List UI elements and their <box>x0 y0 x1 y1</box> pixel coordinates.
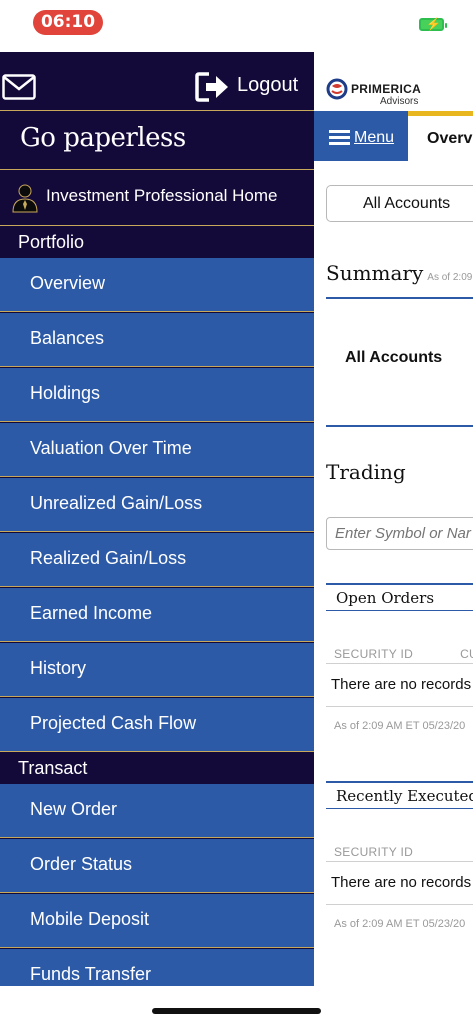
navigation-drawer: Logout Go paperless Investment Professio… <box>0 52 314 986</box>
nav-item-label: Overview <box>30 273 106 293</box>
nav-item-label: Realized Gain/Loss <box>30 548 187 568</box>
mail-icon[interactable] <box>2 74 36 100</box>
open-orders-asof: As of 2:09 AM ET 05/23/20 <box>334 720 466 732</box>
nav-item-unrealized-gain-loss[interactable]: Unrealized Gain/Loss <box>0 478 314 532</box>
nav-item-overview[interactable]: Overview <box>0 258 314 312</box>
investment-professional-home-item[interactable]: Investment Professional Home <box>0 170 314 226</box>
recently-executed-header: Recently Executed <box>326 781 473 809</box>
home-indicator[interactable] <box>152 1008 321 1014</box>
nav-item-label: Earned Income <box>30 603 153 623</box>
nav-item-balances[interactable]: Balances <box>0 313 314 367</box>
go-paperless-label: Go paperless <box>20 123 186 153</box>
nav-item-earned-income[interactable]: Earned Income <box>0 588 314 642</box>
logout-link[interactable]: Logout <box>237 74 298 97</box>
recently-executed-asof: As of 2:09 AM ET 05/23/20 <box>334 918 466 930</box>
divider <box>326 861 473 862</box>
section-title: Portfolio <box>18 232 85 252</box>
status-time: 06:10 <box>33 10 103 35</box>
main-content: PRIMERICA Advisors Menu Overv All Accoun… <box>314 52 473 986</box>
status-bar: 06:10 ⚡ <box>0 0 473 52</box>
symbol-search-input[interactable] <box>326 517 473 550</box>
nav-item-realized-gain-loss[interactable]: Realized Gain/Loss <box>0 533 314 587</box>
recently-executed-columns: SECURITY ID <box>334 845 413 859</box>
home-label: Investment Professional Home <box>46 186 278 205</box>
account-selector-button[interactable]: All Accounts <box>326 185 473 222</box>
nav-item-new-order[interactable]: New Order <box>0 784 314 838</box>
column-header-cu: CU <box>460 647 473 661</box>
summary-heading: Summary As of 2:09 <box>326 261 472 285</box>
summary-title: Summary <box>326 261 424 285</box>
nav-item-label: Funds Transfer <box>30 964 152 984</box>
nav-item-label: Holdings <box>30 383 101 403</box>
nav-item-mobile-deposit[interactable]: Mobile Deposit <box>0 894 314 948</box>
accent-bar <box>408 111 473 116</box>
nav-item-label: Balances <box>30 328 105 348</box>
nav-item-label: Unrealized Gain/Loss <box>30 493 203 513</box>
divider <box>326 297 473 299</box>
column-header-security-id: SECURITY ID <box>334 647 414 661</box>
menu-button[interactable]: Menu <box>314 111 408 161</box>
nav-item-label: Mobile Deposit <box>30 909 150 929</box>
hamburger-icon <box>329 130 350 146</box>
nav-item-valuation-over-time[interactable]: Valuation Over Time <box>0 423 314 477</box>
open-orders-header: Open Orders <box>326 583 473 611</box>
brand-header: PRIMERICA Advisors <box>314 52 473 112</box>
nav-item-funds-transfer[interactable]: Funds Transfer <box>0 949 314 986</box>
divider <box>326 663 473 664</box>
summary-account-name: All Accounts <box>345 349 443 366</box>
drawer-header: Logout <box>0 52 314 111</box>
nav-item-label: New Order <box>30 799 118 819</box>
nav-item-projected-cash-flow[interactable]: Projected Cash Flow <box>0 698 314 752</box>
advisor-person-icon <box>12 184 38 213</box>
nav-item-history[interactable]: History <box>0 643 314 697</box>
go-paperless-banner[interactable]: Go paperless <box>0 111 314 170</box>
brand-subtitle: Advisors <box>380 96 419 107</box>
nav-item-holdings[interactable]: Holdings <box>0 368 314 422</box>
nav-item-label: Valuation Over Time <box>30 438 192 458</box>
divider <box>326 425 473 427</box>
section-portfolio: Portfolio <box>0 226 314 258</box>
divider <box>326 706 473 707</box>
nav-item-label: Order Status <box>30 854 133 874</box>
recently-executed-title: Recently Executed <box>336 787 473 805</box>
logout-icon[interactable] <box>195 72 231 102</box>
recently-executed-empty-text: There are no records <box>331 874 472 891</box>
nav-item-label: History <box>30 658 87 678</box>
account-selector-label: All Accounts <box>363 195 451 212</box>
section-transact: Transact <box>0 752 314 784</box>
nav-item-order-status[interactable]: Order Status <box>0 839 314 893</box>
summary-asof: As of 2:09 <box>427 272 473 283</box>
open-orders-columns: SECURITY ID CU <box>334 647 473 661</box>
brand-name: PRIMERICA <box>351 82 422 96</box>
primerica-logo-icon <box>326 78 348 100</box>
divider <box>326 904 473 905</box>
trading-heading: Trading <box>326 460 406 484</box>
menu-label: Menu <box>354 129 395 146</box>
battery-charging-icon: ⚡ <box>419 17 447 31</box>
open-orders-empty-text: There are no records <box>331 676 472 693</box>
tab-overview[interactable]: Overv <box>427 130 472 148</box>
open-orders-title: Open Orders <box>336 589 435 607</box>
column-header-security-id: SECURITY ID <box>334 845 414 859</box>
nav-item-label: Projected Cash Flow <box>30 713 197 733</box>
section-title: Transact <box>18 758 88 778</box>
